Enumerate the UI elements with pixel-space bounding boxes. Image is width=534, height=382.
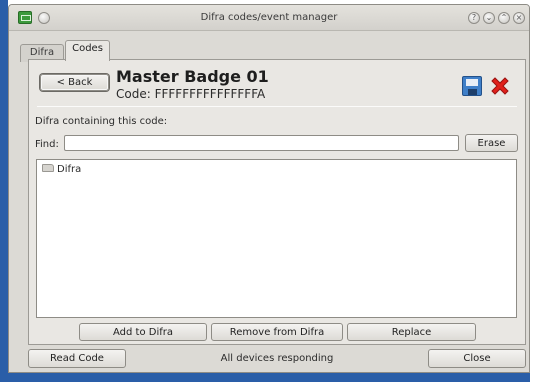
tree-item[interactable]: Difra bbox=[42, 163, 81, 177]
read-code-button[interactable]: Read Code bbox=[28, 349, 126, 368]
window-title: Difra codes/event manager bbox=[200, 12, 338, 23]
difra-tree[interactable]: Difra bbox=[36, 159, 517, 318]
find-input[interactable] bbox=[64, 135, 459, 151]
remove-from-difra-button[interactable]: Remove from Difra bbox=[211, 323, 343, 341]
title-bar[interactable]: Difra codes/event manager ? ⌄ ⌃ × bbox=[9, 5, 529, 31]
desktop-frame-bottom bbox=[0, 373, 534, 382]
erase-button[interactable]: Erase bbox=[465, 134, 518, 152]
app-window: Difra codes/event manager ? ⌄ ⌃ × Difra … bbox=[8, 4, 530, 373]
header-divider bbox=[37, 106, 517, 107]
close-window-button[interactable]: × bbox=[513, 12, 525, 24]
delete-icon[interactable] bbox=[488, 74, 512, 98]
code-value: Code: FFFFFFFFFFFFFFFA bbox=[116, 87, 266, 101]
tree-item-label: Difra bbox=[57, 164, 82, 175]
add-to-difra-button[interactable]: Add to Difra bbox=[79, 323, 207, 341]
minimize-button[interactable]: ⌄ bbox=[483, 12, 495, 24]
help-button[interactable]: ? bbox=[468, 12, 480, 24]
replace-button[interactable]: Replace bbox=[347, 323, 476, 341]
desktop-frame-right bbox=[530, 0, 534, 382]
find-label: Find: bbox=[35, 139, 59, 150]
desktop-frame-left bbox=[0, 0, 8, 382]
maximize-button[interactable]: ⌃ bbox=[498, 12, 510, 24]
back-button[interactable]: < Back bbox=[40, 74, 109, 91]
tab-codes[interactable]: Codes bbox=[65, 40, 110, 61]
badge-name: Master Badge 01 bbox=[116, 67, 269, 86]
section-label: Difra containing this code: bbox=[35, 116, 168, 127]
codes-panel: < Back Master Badge 01 Code: FFFFFFFFFFF… bbox=[28, 59, 526, 345]
close-button[interactable]: Close bbox=[428, 349, 526, 368]
save-icon[interactable] bbox=[462, 76, 482, 96]
folder-icon bbox=[42, 164, 54, 172]
status-text: All devices responding bbox=[220, 353, 334, 364]
